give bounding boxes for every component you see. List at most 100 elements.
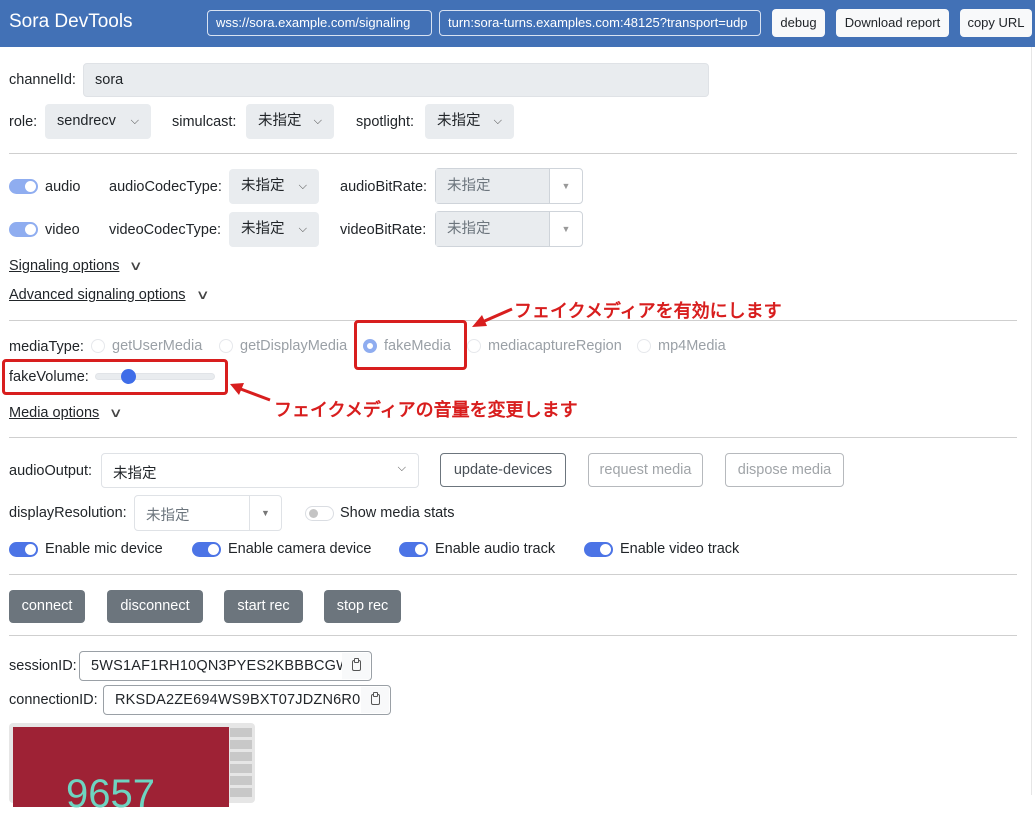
start-rec-button[interactable]: start rec [224,590,303,623]
connection-id-value: RKSDA2ZE694WS9BXT07JDZN6R0 [115,692,361,708]
annotation-highlight-fakemedia [354,320,467,370]
caret-down-icon[interactable]: ▼ [549,169,582,203]
radio-label-getdisplaymedia: getDisplayMedia [240,338,348,354]
show-media-stats-toggle[interactable] [305,506,334,521]
signaling-url-input[interactable]: wss://sora.example.com/signaling [207,10,432,36]
chevron-down-icon: ∨ [195,287,210,302]
annotation-fakemedia-text: フェイクメディアを有効にします [514,301,782,321]
enable-audio-track-toggle[interactable] [399,542,428,557]
download-report-button[interactable]: Download report [836,9,949,37]
chevron-down-icon: ∨ [129,258,144,273]
enable-audio-track-label: Enable audio track [435,541,556,557]
clipboard-icon[interactable] [361,687,389,713]
chevron-down-icon: ∨ [108,405,124,420]
stop-rec-button[interactable]: stop rec [324,590,401,623]
update-devices-button[interactable]: update-devices [440,453,566,487]
app-title: Sora DevTools [9,11,133,32]
display-resolution-label: displayResolution: [9,505,127,521]
divider [9,437,1017,438]
role-value: sendrecv [57,113,116,129]
video-stripe [230,776,252,785]
enable-mic-device-toggle[interactable] [9,542,38,557]
video-stripe [230,728,252,737]
video-bitrate-label: videoBitRate: [340,222,427,238]
radio-mp4media[interactable] [637,339,651,353]
caret-down-icon[interactable]: ▼ [249,496,281,530]
audio-bitrate-combo[interactable]: 未指定 ▼ [435,168,583,204]
radio-label-mediacaptureregion: mediacaptureRegion [488,338,622,354]
annotation-arrow-icon [472,307,513,327]
chevron-down-icon: ⌵ [298,223,307,235]
chevron-down-icon: ⌵ [298,180,307,192]
video-bitrate-combo[interactable]: 未指定 ▼ [435,211,583,247]
chevron-down-icon: ⌵ [313,115,322,127]
chevron-down-icon: ⌵ [493,115,502,127]
connection-id-field[interactable]: RKSDA2ZE694WS9BXT07JDZN6R0 [103,685,391,715]
divider [9,153,1017,154]
connect-button[interactable]: connect [9,590,85,623]
divider [9,574,1017,575]
spotlight-select[interactable]: 未指定 ⌵ [425,104,514,139]
scrollbar[interactable] [1031,47,1035,795]
session-id-value: 5WS1AF1RH10QN3PYES2KBBBCGW [91,658,351,674]
signaling-options-toggle[interactable]: Signaling options ∨ [9,258,144,274]
enable-video-track-toggle[interactable] [584,542,613,557]
radio-mediacaptureregion[interactable] [467,339,481,353]
session-id-field[interactable]: 5WS1AF1RH10QN3PYES2KBBBCGW [79,651,372,681]
video-stripe [230,788,252,797]
video-stripe [230,740,252,749]
header-bar: Sora DevTools wss://sora.example.com/sig… [0,0,1035,47]
dispose-media-button[interactable]: dispose media [725,453,844,487]
audio-codec-label: audioCodecType: [109,179,222,195]
audio-bitrate-value: 未指定 [436,169,550,203]
enable-camera-device-toggle[interactable] [192,542,221,557]
simulcast-select[interactable]: 未指定 ⌵ [246,104,334,139]
signaling-options-label: Signaling options [9,258,120,274]
advanced-signaling-options-label: Advanced signaling options [9,287,186,303]
annotation-arrow-icon [230,383,271,402]
radio-label-mp4media: mp4Media [658,338,726,354]
clipboard-icon[interactable] [342,653,370,679]
video-toggle[interactable] [9,222,38,237]
audio-output-value: 未指定 [113,466,157,482]
divider [9,635,1017,636]
media-options-toggle[interactable]: Media options ∨ [9,405,124,421]
display-resolution-value: 未指定 [146,508,190,524]
audio-codec-select[interactable]: 未指定 ⌵ [229,169,319,204]
simulcast-value: 未指定 [258,113,302,129]
video-toggle-label: video [45,222,80,238]
audio-toggle[interactable] [9,179,38,194]
enable-camera-device-label: Enable camera device [228,541,372,557]
media-options-label: Media options [9,405,100,421]
request-media-button[interactable]: request media [588,453,703,487]
audio-output-label: audioOutput: [9,463,93,479]
display-resolution-combo[interactable]: 未指定 ▼ [134,495,282,531]
caret-down-icon[interactable]: ▼ [549,212,582,246]
video-stripe [230,752,252,761]
radio-getdisplaymedia[interactable] [219,339,233,353]
radio-getusermedia[interactable] [91,339,105,353]
connection-id-label: connectionID: [9,692,98,708]
role-select[interactable]: sendrecv ⌵ [45,104,151,139]
session-id-label: sessionID: [9,658,77,674]
video-bitrate-value: 未指定 [436,212,550,246]
channel-id-value: sora [95,72,124,88]
annotation-fakevolume-text: フェイクメディアの音量を変更します [274,400,578,420]
advanced-signaling-options-toggle[interactable]: Advanced signaling options ∨ [9,287,210,303]
chevron-down-icon: ⌵ [130,115,139,127]
channel-id-input[interactable]: sora [83,63,709,97]
audio-output-select[interactable]: 未指定 ⌵ [101,453,419,488]
simulcast-label: simulcast: [172,114,237,130]
video-codec-label: videoCodecType: [109,222,222,238]
enable-video-track-label: Enable video track [620,541,740,557]
video-codec-select[interactable]: 未指定 ⌵ [229,212,319,247]
turn-url-input[interactable]: turn:sora-turns.examples.com:48125?trans… [439,10,761,36]
debug-button[interactable]: debug [772,9,825,37]
spotlight-label: spotlight: [356,114,415,130]
copy-url-button[interactable]: copy URL [960,9,1032,37]
media-type-label: mediaType: [9,339,84,355]
audio-codec-value: 未指定 [241,178,285,194]
disconnect-button[interactable]: disconnect [107,590,203,623]
show-media-stats-label: Show media stats [340,505,455,521]
video-stripe [230,764,252,773]
